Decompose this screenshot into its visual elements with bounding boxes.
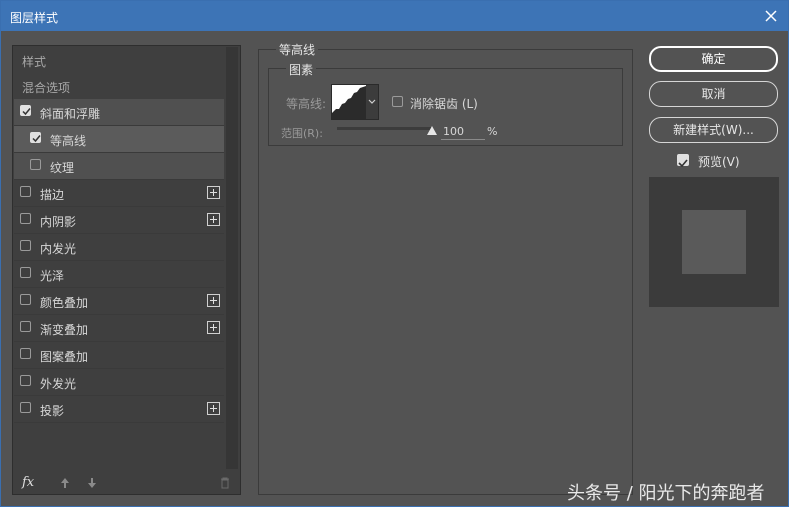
style-item-label: 纹理 [50,161,75,175]
range-unit: % [487,125,498,138]
layer-style-dialog: 图层样式 样式 混合选项 斜面和浮雕 等高线 纹理 描边 内阴影 内发光 光泽 颜色叠加 渐变叠加图… [0,0,789,507]
style-item-label: 投影 [40,404,65,418]
add-effect-icon[interactable] [207,186,220,199]
style-item-checkbox[interactable] [20,348,31,359]
style-item[interactable]: 投影 [14,396,224,423]
style-item-label: 颜色叠加 [40,296,89,310]
style-item-label: 混合选项 [22,81,71,95]
check-icon [22,108,31,116]
style-item[interactable]: 内阴影 [14,207,224,234]
add-effect-icon[interactable] [207,321,220,334]
style-item[interactable]: 外发光 [14,369,224,396]
style-item[interactable]: 斜面和浮雕 [14,99,224,126]
style-item-checkbox[interactable] [20,213,31,224]
watermark: 头条号 / 阳光下的奔跑者 [567,483,765,504]
trash-icon[interactable] [220,477,230,489]
style-item-checkbox[interactable] [20,294,31,305]
range-slider[interactable] [337,127,432,130]
preview-label: 预览(V) [698,155,740,169]
style-item-label: 渐变叠加 [40,323,89,337]
title-bar: 图层样式 [1,1,788,31]
style-item[interactable]: 描边 [14,180,224,207]
style-item[interactable]: 等高线 [14,126,224,153]
style-item[interactable]: 颜色叠加 [14,288,224,315]
ok-button[interactable]: 确定 [649,46,778,72]
subgroup-title: 图素 [286,61,317,78]
style-item[interactable]: 内发光 [14,234,224,261]
window-title: 图层样式 [10,11,59,25]
style-item-checkbox[interactable] [20,375,31,386]
style-item[interactable]: 图案叠加 [14,342,224,369]
style-item-checkbox[interactable] [20,240,31,251]
antialias-label: 消除锯齿 (L) [410,97,478,111]
contour-curve-icon [332,86,366,119]
move-up-icon[interactable] [60,477,70,489]
style-item[interactable]: 光泽 [14,261,224,288]
add-effect-icon[interactable] [207,402,220,415]
move-down-icon[interactable] [87,477,97,489]
style-list-scrollbar[interactable] [226,47,238,469]
style-list-panel: 样式混合选项斜面和浮雕等高线纹理描边内阴影内发光光泽颜色叠加渐变叠加图案叠加外发… [12,45,241,495]
style-item-checkbox[interactable] [20,267,31,278]
style-item-label: 内阴影 [40,215,77,229]
range-input[interactable]: 100 [441,125,485,140]
style-item-label: 斜面和浮雕 [40,107,101,121]
range-label: 范围(R): [281,127,323,140]
cancel-button[interactable]: 取消 [649,81,778,107]
style-item-label: 描边 [40,188,65,202]
style-item[interactable]: 渐变叠加 [14,315,224,342]
antialias-checkbox[interactable] [392,96,403,107]
style-list: 样式混合选项斜面和浮雕等高线纹理描边内阴影内发光光泽颜色叠加渐变叠加图案叠加外发… [14,47,224,423]
style-item-checkbox[interactable] [30,132,41,143]
contour-label: 等高线: [286,97,327,111]
style-item-label: 图案叠加 [40,350,89,364]
check-icon [678,159,688,168]
chevron-down-icon [368,99,376,104]
new-style-button[interactable]: 新建样式(W)... [649,117,778,143]
group-title: 等高线 [276,41,319,58]
check-icon [32,135,41,143]
style-list-toolbar: fx [14,471,239,495]
style-item[interactable]: 混合选项 [14,73,224,99]
fx-button[interactable]: fx [22,475,34,490]
add-effect-icon[interactable] [207,294,220,307]
style-item-label: 内发光 [40,242,77,256]
style-item-checkbox[interactable] [20,186,31,197]
style-item[interactable]: 纹理 [14,153,224,180]
style-item-label: 样式 [22,55,47,69]
contour-dropdown[interactable] [366,85,378,119]
style-item-label: 等高线 [50,134,87,148]
style-item[interactable]: 样式 [14,47,224,73]
style-item-label: 光泽 [40,269,65,283]
style-item-label: 外发光 [40,377,77,391]
style-item-checkbox[interactable] [20,321,31,332]
style-item-checkbox[interactable] [20,402,31,413]
preview-checkbox[interactable] [677,154,689,168]
add-effect-icon[interactable] [207,213,220,226]
range-slider-thumb[interactable] [426,126,438,136]
style-item-checkbox[interactable] [30,159,41,170]
style-item-checkbox[interactable] [20,105,31,116]
preview-thumbnail [682,210,746,274]
close-icon[interactable] [762,7,780,25]
